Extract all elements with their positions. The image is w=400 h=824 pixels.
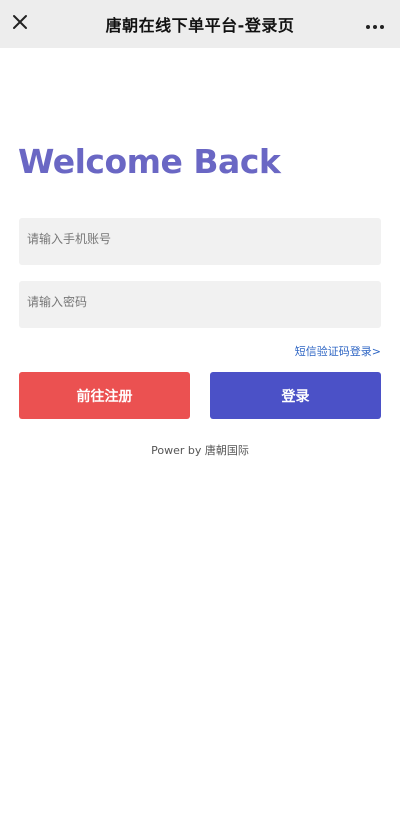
login-page: 唐朝在线下单平台-登录页 Welcome Back 请输入手机账号 请输入密码 … [0,0,400,824]
close-icon [11,13,29,35]
powered-by-footer: Power by 唐朝国际 [151,444,249,457]
welcome-heading: Welcome Back [18,142,281,181]
register-button[interactable]: 前往注册 [19,372,190,419]
phone-input[interactable]: 请输入手机账号 [19,218,381,265]
login-button[interactable]: 登录 [210,372,381,419]
page-title: 唐朝在线下单平台-登录页 [105,16,295,35]
sms-login-link[interactable]: 短信验证码登录> [295,343,381,359]
more-options-button[interactable] [360,10,390,38]
phone-input-placeholder: 请输入手机账号 [27,232,112,246]
password-input-placeholder: 请输入密码 [27,295,88,309]
top-navigation-bar: 唐朝在线下单平台-登录页 [0,0,400,48]
close-button[interactable] [6,10,34,38]
more-dots-icon [365,15,385,34]
password-input[interactable]: 请输入密码 [19,281,381,328]
